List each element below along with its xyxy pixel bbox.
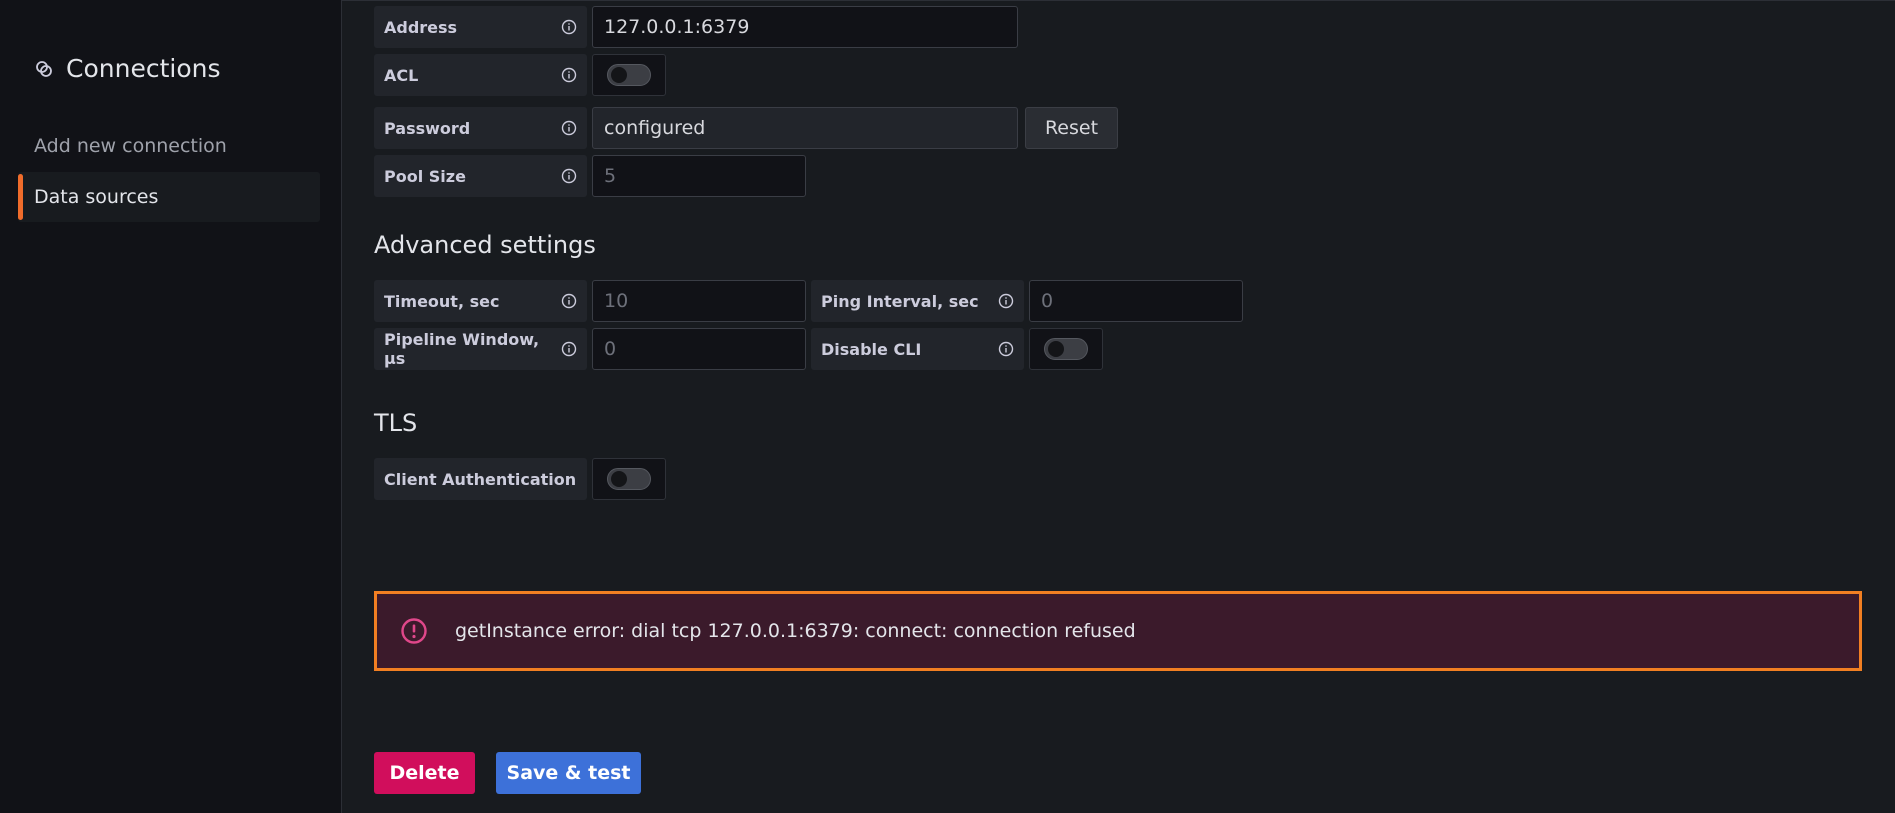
advanced-settings-title: Advanced settings bbox=[374, 231, 596, 259]
error-message: getInstance error: dial tcp 127.0.0.1:63… bbox=[455, 620, 1136, 642]
ping-interval-input[interactable]: 0 bbox=[1029, 280, 1243, 322]
client-authentication-toggle[interactable] bbox=[607, 468, 651, 490]
sidebar-item-data-sources[interactable]: Data sources bbox=[18, 172, 320, 222]
exclamation-circle-icon bbox=[399, 616, 429, 646]
info-icon[interactable] bbox=[561, 341, 577, 357]
acl-toggle-container bbox=[592, 54, 666, 96]
client-authentication-label-text: Client Authentication bbox=[384, 469, 577, 489]
password-label-text: Password bbox=[384, 118, 471, 138]
info-icon[interactable] bbox=[561, 19, 577, 35]
address-input[interactable]: 127.0.0.1:6379 bbox=[592, 6, 1018, 48]
acl-label-text: ACL bbox=[384, 65, 419, 85]
ping-interval-label-text: Ping Interval, sec bbox=[821, 291, 979, 311]
tls-title: TLS bbox=[374, 409, 418, 437]
disable-cli-toggle-container bbox=[1029, 328, 1103, 370]
save-and-test-button[interactable]: Save & test bbox=[496, 752, 641, 794]
sidebar: Connections Add new connection Data sour… bbox=[0, 0, 342, 813]
connections-icon bbox=[34, 59, 54, 79]
address-label-text: Address bbox=[384, 17, 458, 37]
acl-label: ACL bbox=[374, 54, 587, 96]
password-input[interactable]: configured bbox=[592, 107, 1018, 149]
timeout-label: Timeout, sec bbox=[374, 280, 587, 322]
pipeline-window-input[interactable]: 0 bbox=[592, 328, 806, 370]
delete-button[interactable]: Delete bbox=[374, 752, 475, 794]
error-alert: getInstance error: dial tcp 127.0.0.1:63… bbox=[374, 591, 1862, 671]
reset-button[interactable]: Reset bbox=[1025, 107, 1118, 149]
info-icon[interactable] bbox=[561, 168, 577, 184]
password-label: Password bbox=[374, 107, 587, 149]
sidebar-item-add-new-connection[interactable]: Add new connection bbox=[18, 121, 320, 171]
disable-cli-label: Disable CLI bbox=[811, 328, 1024, 370]
sidebar-item-label: Add new connection bbox=[34, 135, 227, 157]
client-authentication-label: Client Authentication bbox=[374, 458, 587, 500]
pipeline-window-label-text: Pipeline Window, μs bbox=[384, 330, 540, 368]
address-label: Address bbox=[374, 6, 587, 48]
pipeline-window-label: Pipeline Window, μs bbox=[374, 328, 587, 370]
sidebar-item-label: Data sources bbox=[34, 186, 159, 208]
info-icon[interactable] bbox=[561, 120, 577, 136]
info-icon[interactable] bbox=[561, 67, 577, 83]
info-icon[interactable] bbox=[998, 293, 1014, 309]
timeout-input[interactable]: 10 bbox=[592, 280, 806, 322]
client-authentication-toggle-container bbox=[592, 458, 666, 500]
pool-size-label-text: Pool Size bbox=[384, 166, 466, 186]
pool-size-input[interactable]: 5 bbox=[592, 155, 806, 197]
sidebar-title-text: Connections bbox=[66, 54, 221, 83]
ping-interval-label: Ping Interval, sec bbox=[811, 280, 1024, 322]
disable-cli-label-text: Disable CLI bbox=[821, 339, 922, 359]
sidebar-title: Connections bbox=[34, 54, 220, 83]
info-icon[interactable] bbox=[998, 341, 1014, 357]
acl-toggle[interactable] bbox=[607, 64, 651, 86]
timeout-label-text: Timeout, sec bbox=[384, 291, 500, 311]
pool-size-label: Pool Size bbox=[374, 155, 587, 197]
disable-cli-toggle[interactable] bbox=[1044, 338, 1088, 360]
info-icon[interactable] bbox=[561, 293, 577, 309]
